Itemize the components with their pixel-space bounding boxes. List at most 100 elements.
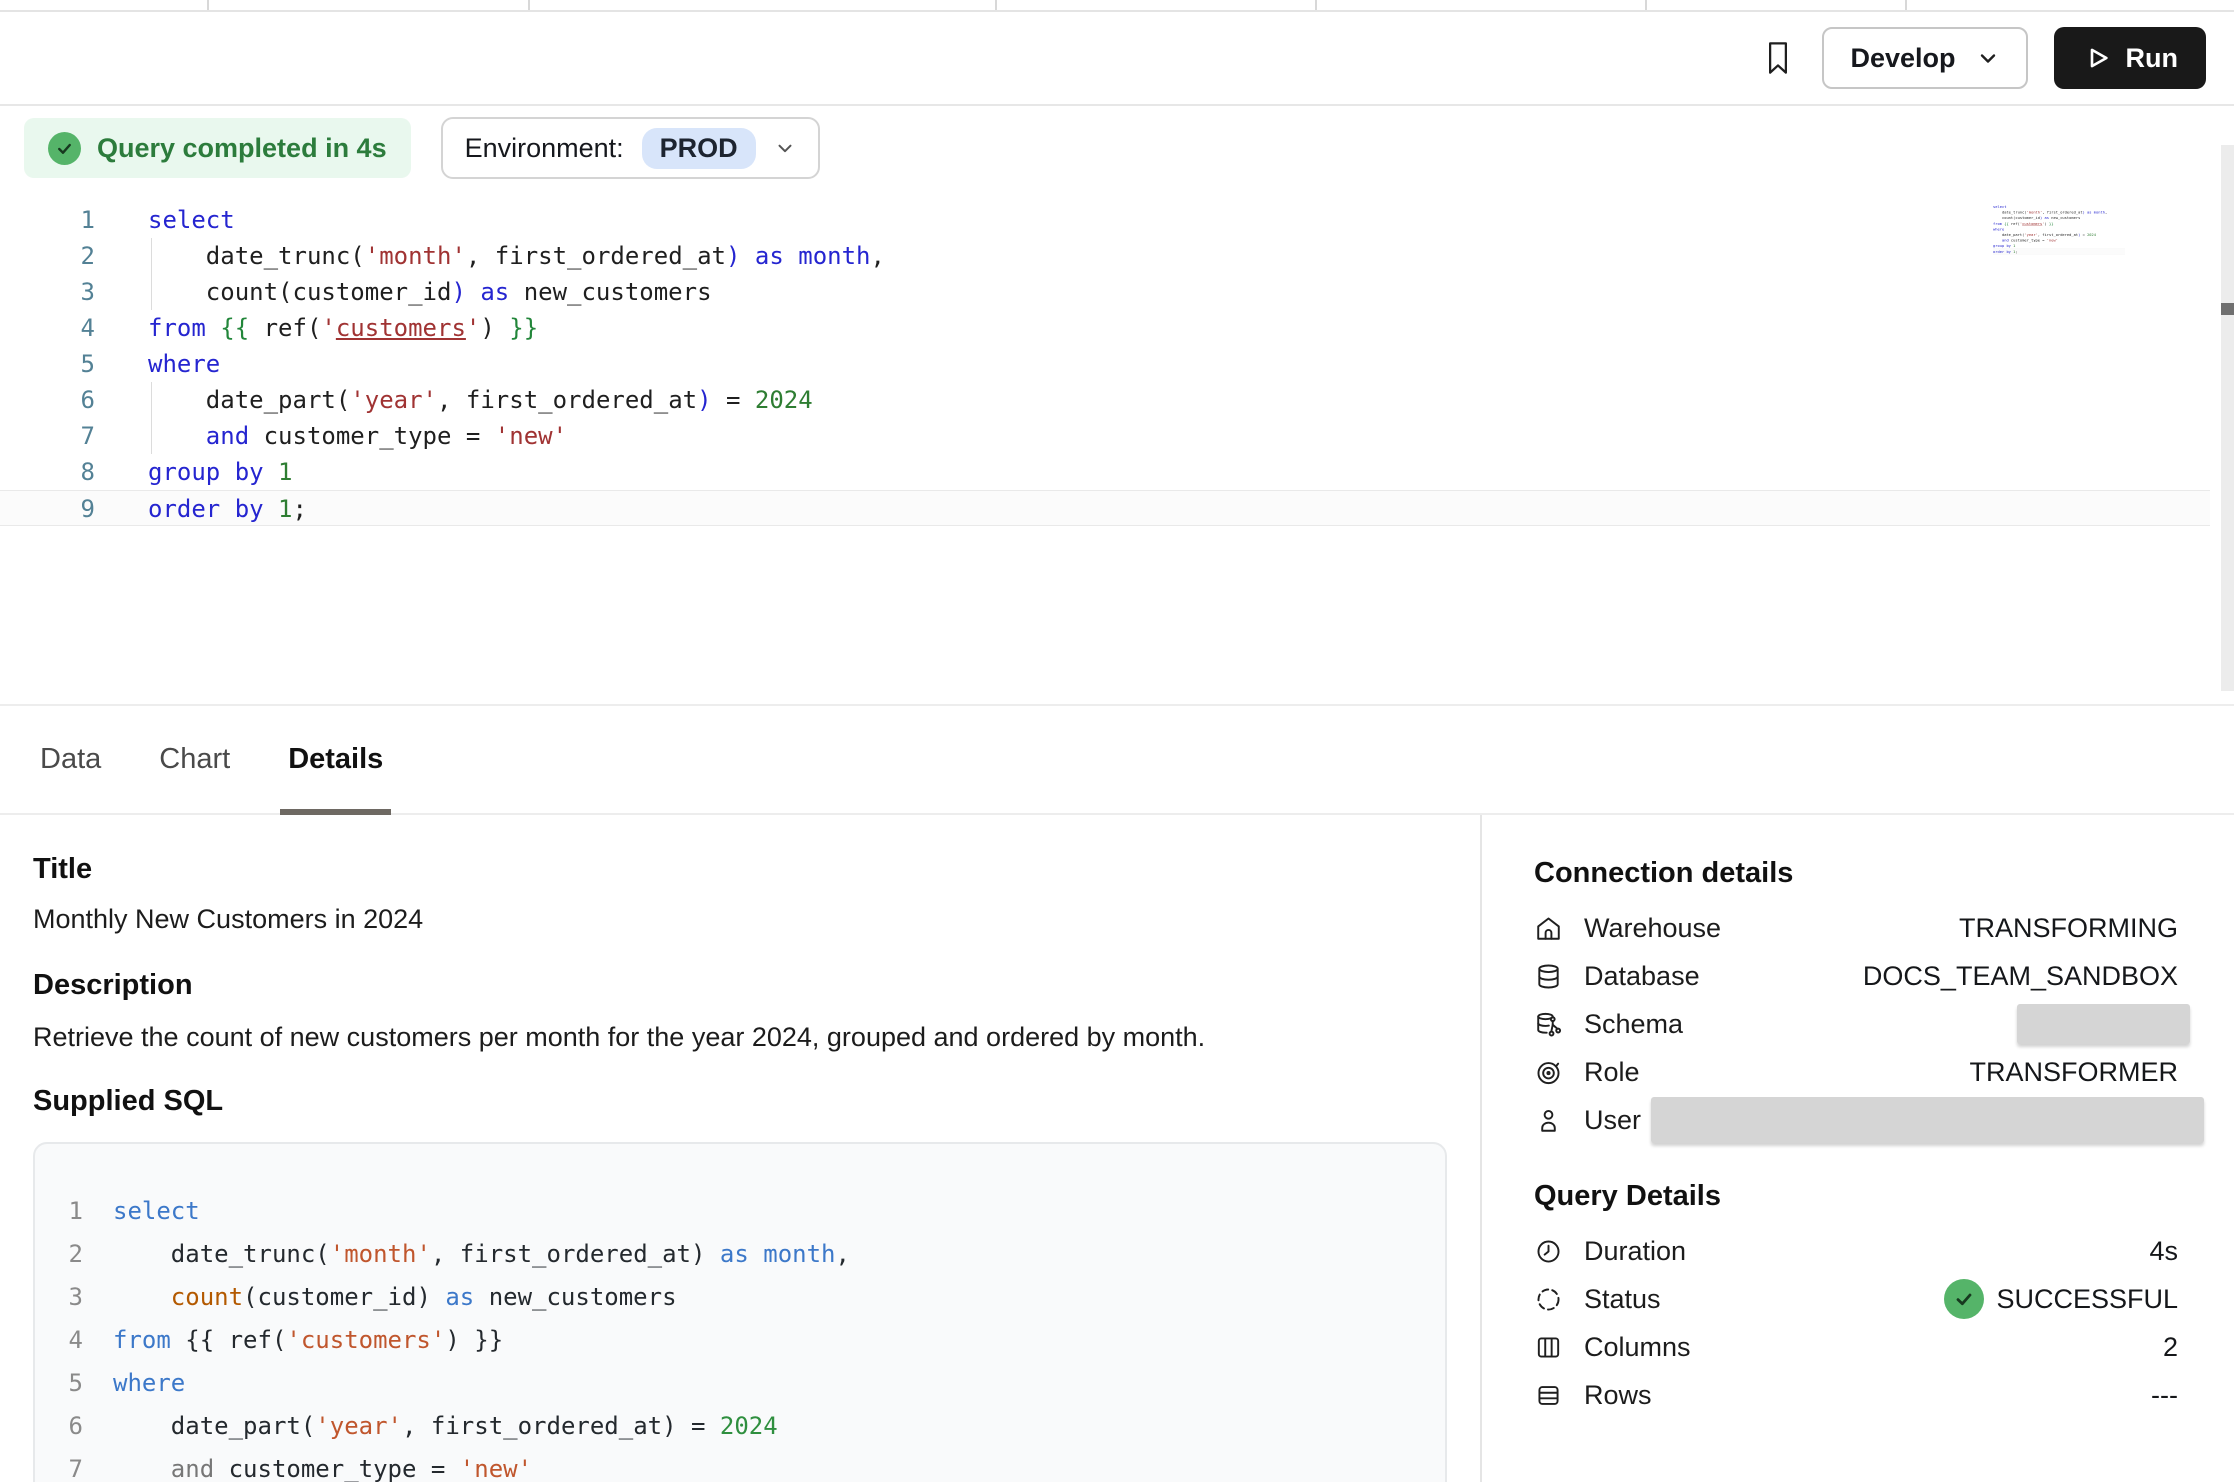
indent-guide bbox=[151, 274, 152, 310]
code-line: 7 and customer_type = 'new' bbox=[35, 1448, 1445, 1482]
line-number: 3 bbox=[0, 274, 95, 310]
success-check-icon bbox=[1944, 1279, 1984, 1319]
supplied-sql-heading: Supplied SQL bbox=[33, 1085, 1480, 1118]
play-icon bbox=[2082, 43, 2112, 73]
code-line: 9order by 1; bbox=[0, 490, 2210, 526]
line-number: 7 bbox=[35, 1448, 83, 1482]
connection-row-user: User bbox=[1534, 1096, 2178, 1144]
minimap-code: select date_trunc('month', first_ordered… bbox=[1993, 204, 2125, 254]
query-details-heading: Query Details bbox=[1534, 1180, 2178, 1213]
details-panel: Title Monthly New Customers in 2024 Desc… bbox=[0, 815, 2234, 1482]
editor-scrollbar[interactable] bbox=[2221, 145, 2234, 691]
line-number: 1 bbox=[35, 1190, 83, 1233]
query-row-status: Status SUCCESSFUL bbox=[1534, 1275, 2178, 1323]
editor-tab-strip bbox=[0, 0, 2234, 12]
details-right-pane: Connection details Warehouse TRANSFORMIN… bbox=[1480, 815, 2234, 1482]
role-value: TRANSFORMER bbox=[1970, 1057, 2179, 1088]
code-line: 2 date_trunc('month', first_ordered_at) … bbox=[35, 1233, 1445, 1276]
app-window: Develop Run Query completed in 4s Enviro… bbox=[0, 0, 2234, 1482]
status-row: Query completed in 4s Environment: PROD bbox=[0, 106, 2234, 190]
schema-icon bbox=[1534, 1010, 1563, 1039]
connection-row-role: Role TRANSFORMER bbox=[1534, 1048, 2178, 1096]
develop-dropdown-button[interactable]: Develop bbox=[1822, 27, 2027, 89]
tab-chart[interactable]: Chart bbox=[159, 706, 230, 813]
columns-value: 2 bbox=[2163, 1332, 2178, 1363]
line-number: 6 bbox=[35, 1405, 83, 1448]
line-number: 6 bbox=[0, 382, 95, 418]
user-value-redacted bbox=[1651, 1097, 2204, 1143]
columns-icon bbox=[1534, 1333, 1563, 1362]
user-icon bbox=[1534, 1106, 1563, 1135]
code-line: 3 count(customer_id) as new_customers bbox=[0, 274, 2210, 310]
code-line: order by 1; bbox=[1993, 249, 2125, 255]
code-line: 5where bbox=[0, 346, 2210, 382]
status-value: SUCCESSFUL bbox=[1996, 1284, 2178, 1315]
code-line: 6 date_part('year', first_ordered_at) = … bbox=[0, 382, 2210, 418]
line-number: 4 bbox=[0, 310, 95, 346]
query-row-duration: Duration 4s bbox=[1534, 1227, 2178, 1275]
indent-guide bbox=[151, 238, 152, 274]
code-line: 2 date_trunc('month', first_ordered_at) … bbox=[0, 238, 2210, 274]
connection-details-heading: Connection details bbox=[1534, 857, 2178, 890]
line-number: 5 bbox=[0, 346, 95, 382]
line-number: 2 bbox=[35, 1233, 83, 1276]
line-number: 9 bbox=[0, 491, 95, 525]
duration-value: 4s bbox=[2149, 1236, 2178, 1267]
sql-editor[interactable]: 1select2 date_trunc('month', first_order… bbox=[0, 190, 2234, 704]
line-number: 3 bbox=[35, 1276, 83, 1319]
tab-data[interactable]: Data bbox=[40, 706, 101, 813]
code-line: 7 and customer_type = 'new' bbox=[0, 418, 2210, 454]
rows-icon bbox=[1534, 1381, 1563, 1410]
rows-value: --- bbox=[2151, 1380, 2178, 1411]
success-check-icon bbox=[48, 132, 81, 165]
query-row-rows: Rows --- bbox=[1534, 1371, 2178, 1419]
warehouse-icon bbox=[1534, 914, 1563, 943]
line-number: 8 bbox=[0, 454, 95, 490]
tab-divider bbox=[1905, 0, 1907, 10]
duration-icon bbox=[1534, 1237, 1563, 1266]
supplied-sql-card: 1select2 date_trunc('month', first_order… bbox=[33, 1142, 1447, 1482]
chevron-down-icon bbox=[774, 137, 796, 159]
code-line: 4from {{ ref('customers') }} bbox=[35, 1319, 1445, 1362]
query-details-rows: Duration 4s Status SUCCESSFUL bbox=[1534, 1227, 2178, 1419]
code-line: 6 date_part('year', first_ordered_at) = … bbox=[35, 1405, 1445, 1448]
environment-select[interactable]: Environment: PROD bbox=[441, 117, 820, 179]
editor-scrollbar-thumb[interactable] bbox=[2221, 303, 2234, 315]
title-heading: Title bbox=[33, 853, 1480, 886]
run-button[interactable]: Run bbox=[2054, 27, 2206, 89]
indent-guide bbox=[151, 382, 152, 418]
environment-label: Environment: bbox=[465, 133, 624, 164]
query-status-text: Query completed in 4s bbox=[97, 133, 387, 164]
description-heading: Description bbox=[33, 969, 1480, 1002]
line-number: 2 bbox=[0, 238, 95, 274]
code-line: 4from {{ ref('customers') }} bbox=[0, 310, 2210, 346]
role-icon bbox=[1534, 1058, 1563, 1087]
connection-row-database: Database DOCS_TEAM_SANDBOX bbox=[1534, 952, 2178, 1000]
bookmark-icon bbox=[1760, 38, 1796, 78]
editor-code-lines: 1select2 date_trunc('month', first_order… bbox=[0, 202, 2210, 526]
tab-divider bbox=[528, 0, 530, 10]
database-icon bbox=[1534, 962, 1563, 991]
code-line: 5where bbox=[35, 1362, 1445, 1405]
details-left-pane: Title Monthly New Customers in 2024 Desc… bbox=[0, 815, 1480, 1482]
schema-value-redacted bbox=[2017, 1004, 2190, 1044]
line-number: 7 bbox=[0, 418, 95, 454]
environment-value-pill: PROD bbox=[642, 128, 756, 169]
tab-details[interactable]: Details bbox=[288, 706, 383, 813]
description-value: Retrieve the count of new customers per … bbox=[33, 1022, 1480, 1053]
tab-divider bbox=[207, 0, 209, 10]
develop-label: Develop bbox=[1850, 43, 1955, 74]
code-line: 3 count(customer_id) as new_customers bbox=[35, 1276, 1445, 1319]
chevron-down-icon bbox=[1976, 46, 2000, 70]
connection-row-schema: Schema bbox=[1534, 1000, 2178, 1048]
connection-row-warehouse: Warehouse TRANSFORMING bbox=[1534, 904, 2178, 952]
database-value: DOCS_TEAM_SANDBOX bbox=[1863, 961, 2178, 992]
query-status-badge: Query completed in 4s bbox=[24, 118, 411, 178]
bookmark-button[interactable] bbox=[1760, 38, 1796, 78]
editor-minimap[interactable]: select date_trunc('month', first_ordered… bbox=[1993, 204, 2125, 308]
warehouse-value: TRANSFORMING bbox=[1959, 913, 2178, 944]
status-value-cell: SUCCESSFUL bbox=[1944, 1279, 2178, 1319]
connection-rows: Warehouse TRANSFORMING Database DOCS_TEA… bbox=[1534, 904, 2178, 1144]
query-row-columns: Columns 2 bbox=[1534, 1323, 2178, 1371]
status-icon bbox=[1534, 1285, 1563, 1314]
